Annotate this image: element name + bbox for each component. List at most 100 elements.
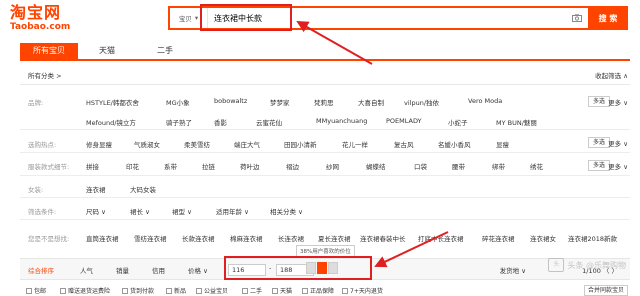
checkbox-7day-return[interactable]: 7+天内退货: [342, 286, 383, 295]
divider: [20, 84, 630, 85]
camera-icon[interactable]: [570, 8, 584, 28]
tab-secondhand[interactable]: 二手: [136, 43, 194, 59]
hot-item[interactable]: 复古风: [394, 139, 414, 149]
detail-item[interactable]: 拉链: [202, 161, 215, 171]
detail-item[interactable]: 腰带: [452, 161, 465, 171]
brand-item[interactable]: POEMLADY: [386, 117, 422, 125]
filter-row-conditions: 筛选条件: 尺码 ∨ 裙长 ∨ 裙型 ∨ 适用年龄 ∨ 相关分类 ∨: [20, 200, 630, 220]
sort-sales[interactable]: 销量: [116, 265, 129, 275]
search-tabs: 所有宝贝 天猫 二手: [20, 43, 194, 59]
filter-label: 品牌:: [28, 99, 44, 107]
suggestion-link[interactable]: 直筒连衣裙: [86, 233, 119, 243]
checkbox-tmall[interactable]: 天猫: [272, 286, 292, 295]
brand-item[interactable]: HSTYLE/韩都衣舍: [86, 97, 139, 107]
condition-dropdown[interactable]: 适用年龄 ∨: [216, 206, 249, 216]
hot-item[interactable]: 花儿一样: [342, 139, 368, 149]
hot-item[interactable]: 修身显瘦: [86, 139, 112, 149]
detail-item[interactable]: 褶边: [286, 161, 299, 171]
detail-item[interactable]: 系带: [164, 161, 177, 171]
brand-item[interactable]: Vero Moda: [468, 97, 502, 105]
suggestion-link[interactable]: 连衣裙女: [530, 233, 556, 243]
sort-comprehensive[interactable]: 综合排序: [28, 265, 54, 275]
tab-underline: [20, 59, 630, 61]
checkbox-label: 新品: [174, 288, 187, 295]
brand-item[interactable]: 梦梦家: [270, 97, 290, 107]
brand-item[interactable]: 小蛇子: [448, 117, 468, 127]
hot-item[interactable]: 气质淑女: [134, 139, 160, 149]
price-range-highlight: [224, 256, 372, 280]
brand-item[interactable]: MY BUN/魅丽: [496, 117, 537, 127]
brand-item[interactable]: MMyuanchuang: [316, 117, 367, 125]
suggestion-link[interactable]: 雪纺连衣裙: [134, 233, 167, 243]
sort-price[interactable]: 价格 ∨: [188, 265, 208, 275]
tab-tmall[interactable]: 天猫: [78, 43, 136, 59]
condition-dropdown[interactable]: 裙型 ∨: [172, 206, 192, 216]
suggestion-link[interactable]: 连衣裙春装中长: [360, 233, 406, 243]
logo-cn: 淘宝网: [10, 3, 62, 22]
service-checkbox-row: 包邮 赠送退货运费险 货到付款 新品 公益宝贝 二手 天猫 正品保障 7+天内退…: [20, 285, 630, 296]
filter-label: 女装:: [28, 186, 44, 194]
brand-item[interactable]: 梵莉思: [314, 97, 334, 107]
brand-item[interactable]: 云蜜花仙: [256, 117, 282, 127]
search-button[interactable]: 搜 索: [588, 6, 628, 30]
condition-dropdown[interactable]: 尺码 ∨: [86, 206, 106, 216]
detail-item[interactable]: 绣花: [530, 161, 543, 171]
style-item[interactable]: 大码女装: [130, 184, 156, 194]
checkbox-return-insurance[interactable]: 赠送退货运费险: [60, 286, 110, 295]
detail-item[interactable]: 荷叶边: [240, 161, 260, 171]
ship-from-dropdown[interactable]: 发货地 ∨: [500, 265, 526, 275]
detail-item[interactable]: 口袋: [414, 161, 427, 171]
brand-item[interactable]: bobowaltz: [214, 97, 247, 105]
suggestion-link[interactable]: 打底中长连衣裙: [418, 233, 464, 243]
breadcrumb[interactable]: 所有分类 >: [28, 70, 62, 80]
detail-item[interactable]: 绑带: [492, 161, 505, 171]
detail-list: 拼接 印花 系带 拉链 荷叶边 褶边 纱网 蝴蝶结 口袋 腰带 绑带 绣花: [86, 155, 590, 176]
sort-credit[interactable]: 信用: [152, 265, 165, 275]
suggestion-link[interactable]: 碎花连衣裙: [482, 233, 515, 243]
chevron-down-icon: ▾: [194, 14, 199, 22]
suggestion-label: 您是不是想找:: [28, 235, 70, 243]
checkbox-new[interactable]: 新品: [166, 286, 186, 295]
detail-item[interactable]: 拼接: [86, 161, 99, 171]
checkbox-authentic[interactable]: 正品保障: [302, 286, 334, 295]
hot-item[interactable]: 显瘦: [496, 139, 509, 149]
suggestion-link[interactable]: 棉麻连衣裙: [230, 233, 263, 243]
style-item[interactable]: 连衣裙: [86, 184, 106, 194]
tab-all[interactable]: 所有宝贝: [20, 43, 78, 59]
detail-multi-select-button[interactable]: 多选: [588, 160, 610, 171]
suggestion-link[interactable]: 长连衣裙: [278, 233, 304, 243]
brand-more-button[interactable]: 更多 ∨: [608, 97, 628, 107]
condition-dropdown[interactable]: 相关分类 ∨: [270, 206, 303, 216]
collapse-filter-button[interactable]: 收起筛选 ∧: [595, 70, 628, 80]
hot-item[interactable]: 柔美雪纺: [184, 139, 210, 149]
suggestion-link[interactable]: 夏长连衣裙: [318, 233, 351, 243]
checkbox-free-shipping[interactable]: 包邮: [26, 286, 46, 295]
brand-item[interactable]: MG小象: [166, 97, 190, 107]
hot-item[interactable]: 名媛小香风: [438, 139, 471, 149]
checkbox-icon: [242, 287, 248, 294]
sort-popularity[interactable]: 人气: [80, 265, 93, 275]
brand-multi-select-button[interactable]: 多选: [588, 96, 610, 107]
brand-item[interactable]: Mefound/镜立方: [86, 117, 136, 127]
checkbox-charity[interactable]: 公益宝贝: [196, 286, 228, 295]
suggestion-link[interactable]: 连衣裙2018新款: [568, 233, 617, 243]
brand-item[interactable]: vilpun/独依: [404, 97, 439, 107]
checkbox-secondhand[interactable]: 二手: [242, 286, 262, 295]
detail-item[interactable]: 蝴蝶结: [366, 161, 386, 171]
hot-multi-select-button[interactable]: 多选: [588, 137, 610, 148]
search-query-highlight: [200, 4, 292, 31]
brand-item[interactable]: 大喜自制: [358, 97, 384, 107]
brand-item[interactable]: 骑子熟了: [166, 117, 192, 127]
hot-item[interactable]: 田园小清新: [284, 139, 317, 149]
hot-more-button[interactable]: 更多 ∨: [608, 138, 628, 148]
taobao-logo[interactable]: 淘宝网 Taobao.com: [10, 3, 70, 33]
condition-dropdown[interactable]: 裙长 ∨: [130, 206, 150, 216]
hot-item[interactable]: 端庄大气: [234, 139, 260, 149]
brand-item[interactable]: 香影: [214, 117, 227, 127]
suggestion-link[interactable]: 长款连衣裙: [182, 233, 215, 243]
detail-item[interactable]: 纱网: [326, 161, 339, 171]
detail-item[interactable]: 印花: [126, 161, 139, 171]
combine-same-items-button[interactable]: 合并同款宝贝: [583, 285, 628, 296]
detail-more-button[interactable]: 更多 ∨: [608, 161, 628, 171]
checkbox-cod[interactable]: 货到付款: [122, 286, 154, 295]
